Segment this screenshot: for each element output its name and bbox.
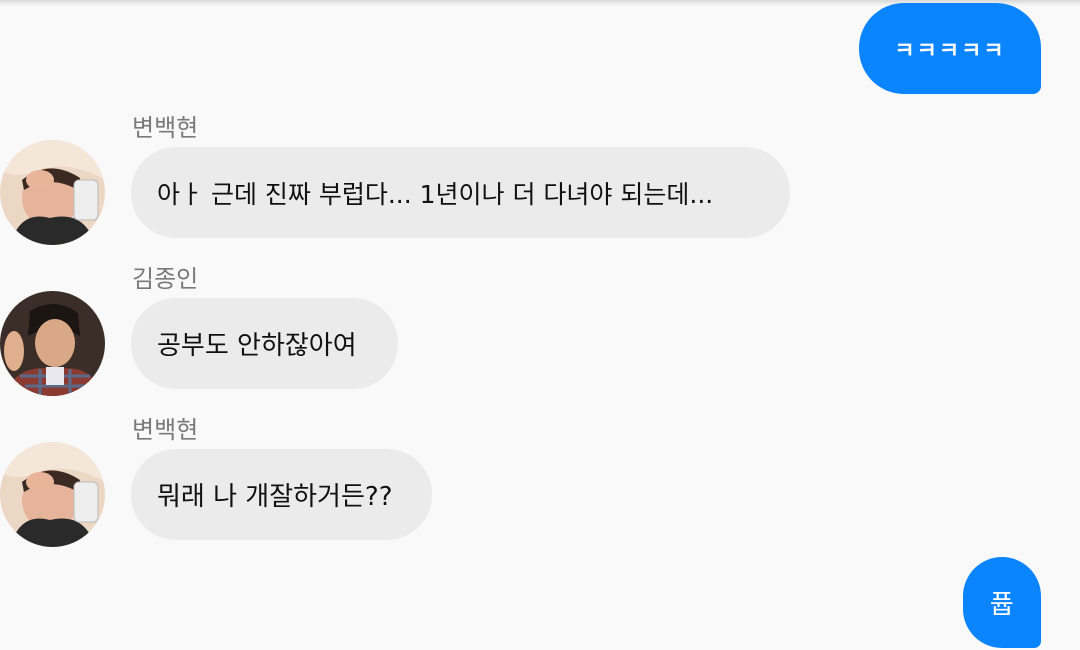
sender-avatar[interactable] bbox=[0, 140, 105, 245]
sender-name: 김종인 bbox=[132, 265, 199, 293]
incoming-message-bubble[interactable]: 뭐래 나 개잘하거든?? bbox=[131, 449, 432, 540]
message-text: 퓹 bbox=[990, 590, 1014, 620]
message-text: 뭐래 나 개잘하거든?? bbox=[157, 482, 393, 512]
message-text: ㅋㅋㅋㅋㅋ bbox=[894, 38, 1006, 64]
incoming-message-bubble[interactable]: 아ㅏ 근데 진짜 부럽다... 1년이나 더 다녀야 되는데... bbox=[131, 147, 790, 238]
outgoing-message-bubble[interactable]: 퓹 bbox=[963, 557, 1041, 648]
message-text: 아ㅏ 근데 진짜 부럽다... 1년이나 더 다녀야 되는데... bbox=[157, 179, 714, 209]
outgoing-message-bubble[interactable]: ㅋㅋㅋㅋㅋ bbox=[859, 3, 1041, 94]
sender-name: 변백현 bbox=[132, 114, 199, 142]
message-text: 공부도 안하잖아여 bbox=[157, 331, 357, 361]
sender-name: 변백현 bbox=[132, 416, 199, 444]
sender-avatar[interactable] bbox=[0, 291, 105, 396]
sender-avatar[interactable] bbox=[0, 442, 105, 547]
incoming-message-bubble[interactable]: 공부도 안하잖아여 bbox=[131, 298, 398, 389]
